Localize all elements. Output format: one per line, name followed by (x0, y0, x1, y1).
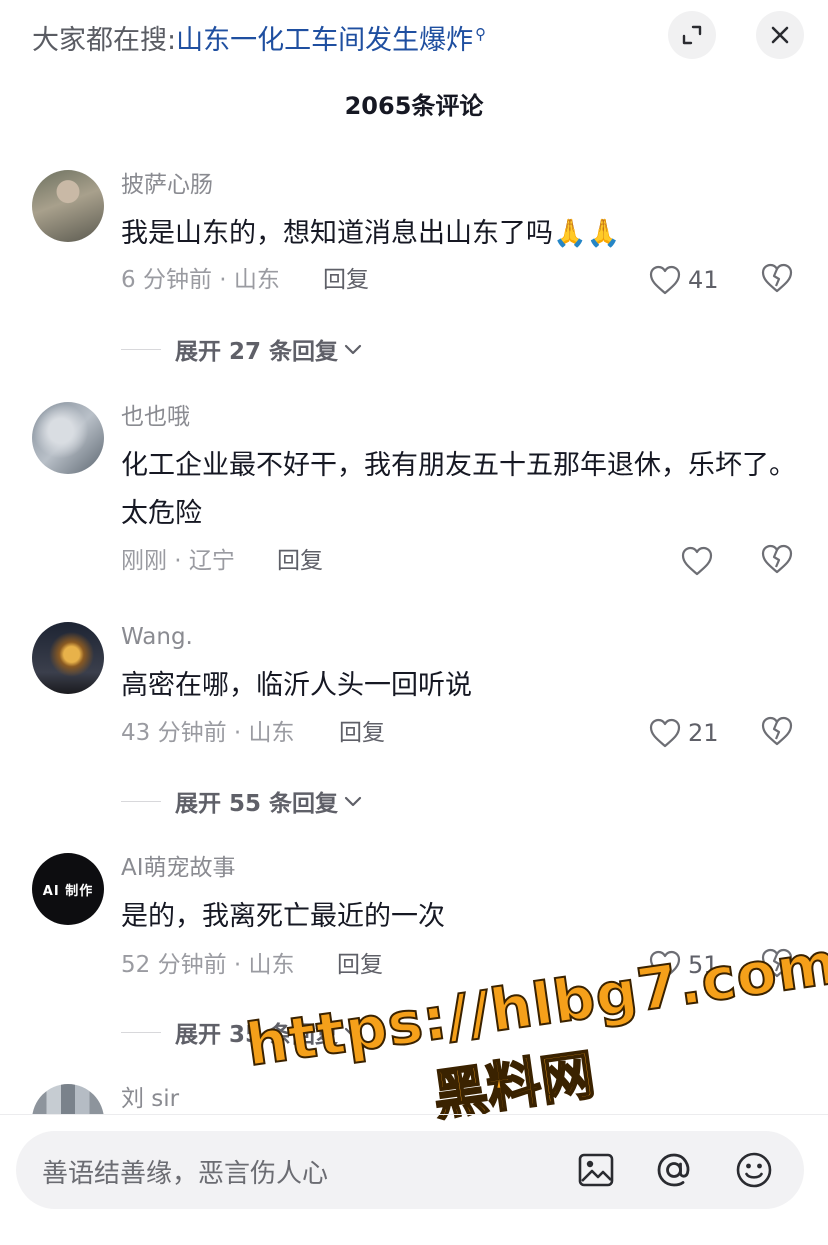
expand-divider (121, 348, 161, 350)
expand-replies-label: 展开 55 条回复 (175, 791, 339, 817)
like-count: 51 (688, 951, 719, 979)
dislike-button[interactable] (760, 543, 796, 579)
top-bar: 大家都在搜:山东一化工车间发生爆炸 ⚲ (0, 0, 828, 72)
trending-search-hint[interactable]: 大家都在搜:山东一化工车间发生爆炸 ⚲ (32, 14, 486, 61)
expand-replies-button[interactable]: 展开 35 条回复 (121, 1017, 364, 1048)
comment-username[interactable]: 披萨心肠 (121, 170, 213, 200)
image-icon (578, 1153, 614, 1187)
avatar[interactable] (32, 170, 104, 242)
reply-button[interactable]: 回复 (337, 950, 383, 980)
close-icon (771, 26, 789, 44)
chevron-down-icon (344, 796, 362, 807)
bottom-safe-area (0, 1226, 828, 1245)
chevron-down-icon (344, 344, 362, 355)
at-icon (657, 1153, 690, 1187)
like-count: 41 (688, 266, 719, 294)
heart-icon (681, 546, 713, 576)
dislike-button[interactable] (760, 947, 796, 983)
search-icon: ⚲ (475, 25, 487, 43)
expand-replies-label: 展开 35 条回复 (175, 1022, 339, 1048)
expand-replies-button[interactable]: 展开 27 条回复 (121, 334, 364, 365)
mention-button[interactable] (654, 1150, 694, 1190)
like-button[interactable] (680, 543, 760, 579)
emoji-icon (736, 1152, 772, 1188)
watermark-url: https://hlbg7.com (241, 928, 828, 1080)
dislike-button[interactable] (760, 262, 796, 298)
broken-heart-icon (761, 948, 793, 978)
input-divider (0, 1114, 828, 1115)
comment-content: 高密在哪，临沂人头一回听说 (121, 670, 472, 701)
expand-icon (682, 25, 702, 45)
reply-button[interactable]: 回复 (277, 546, 323, 576)
avatar[interactable] (32, 1084, 104, 1114)
expand-divider (121, 800, 161, 802)
expand-divider (121, 1031, 161, 1033)
search-hint-prefix: 大家都在搜: (32, 25, 177, 56)
avatar[interactable]: AI 制作 (32, 853, 104, 925)
watermark-name: 黑料网 (428, 1042, 599, 1129)
like-button[interactable]: 41 (648, 262, 728, 298)
comment-username[interactable]: AI萌宠故事 (121, 853, 236, 883)
like-count: 21 (688, 719, 719, 747)
heart-icon (649, 718, 681, 748)
expand-replies-label: 展开 27 条回复 (175, 339, 339, 365)
comment-count-title: 2065条评论 (344, 92, 484, 120)
expand-button[interactable] (668, 11, 716, 59)
broken-heart-icon (761, 716, 793, 746)
comment-content: 是的，我离死亡最近的一次 (121, 901, 445, 932)
broken-heart-icon (761, 544, 793, 574)
like-button[interactable]: 51 (648, 947, 728, 983)
comment-meta: 52 分钟前 · 山东 (121, 952, 295, 978)
comment-meta: 刚刚 · 辽宁 (121, 548, 235, 574)
dislike-button[interactable] (760, 715, 796, 751)
comment-meta: 6 分钟前 · 山东 (121, 267, 280, 293)
comment-meta: 43 分钟前 · 山东 (121, 720, 295, 746)
image-button[interactable] (576, 1150, 616, 1190)
avatar-label: AI 制作 (42, 883, 94, 899)
reply-button[interactable]: 回复 (339, 718, 385, 748)
expand-replies-button[interactable]: 展开 55 条回复 (121, 786, 364, 817)
emoji-button[interactable] (734, 1150, 774, 1190)
broken-heart-icon (761, 263, 793, 293)
close-button[interactable] (756, 11, 804, 59)
search-hint-query[interactable]: 山东一化工车间发生爆炸 (176, 25, 473, 56)
avatar[interactable] (32, 402, 104, 474)
comment-content: 化工企业最不好干，我有朋友五十五那年退休，乐坏了。太危险 (121, 450, 796, 529)
chevron-down-icon (344, 1027, 362, 1038)
comment-input[interactable]: 善语结善缘，恶言伤人心 (16, 1131, 804, 1209)
comment-input-placeholder: 善语结善缘，恶言伤人心 (42, 1159, 329, 1189)
comment-username[interactable]: 也也哦 (121, 402, 190, 432)
avatar[interactable] (32, 622, 104, 694)
comment-username[interactable]: Wang. (121, 622, 193, 652)
heart-icon (649, 265, 681, 295)
comment-item: 刘 sir (0, 1084, 828, 1114)
like-button[interactable]: 21 (648, 715, 728, 751)
comment-username[interactable]: 刘 sir (121, 1084, 179, 1114)
comment-content: 我是山东的，想知道消息出山东了吗🙏🙏 (121, 218, 621, 249)
heart-icon (649, 950, 681, 980)
reply-button[interactable]: 回复 (323, 265, 369, 295)
